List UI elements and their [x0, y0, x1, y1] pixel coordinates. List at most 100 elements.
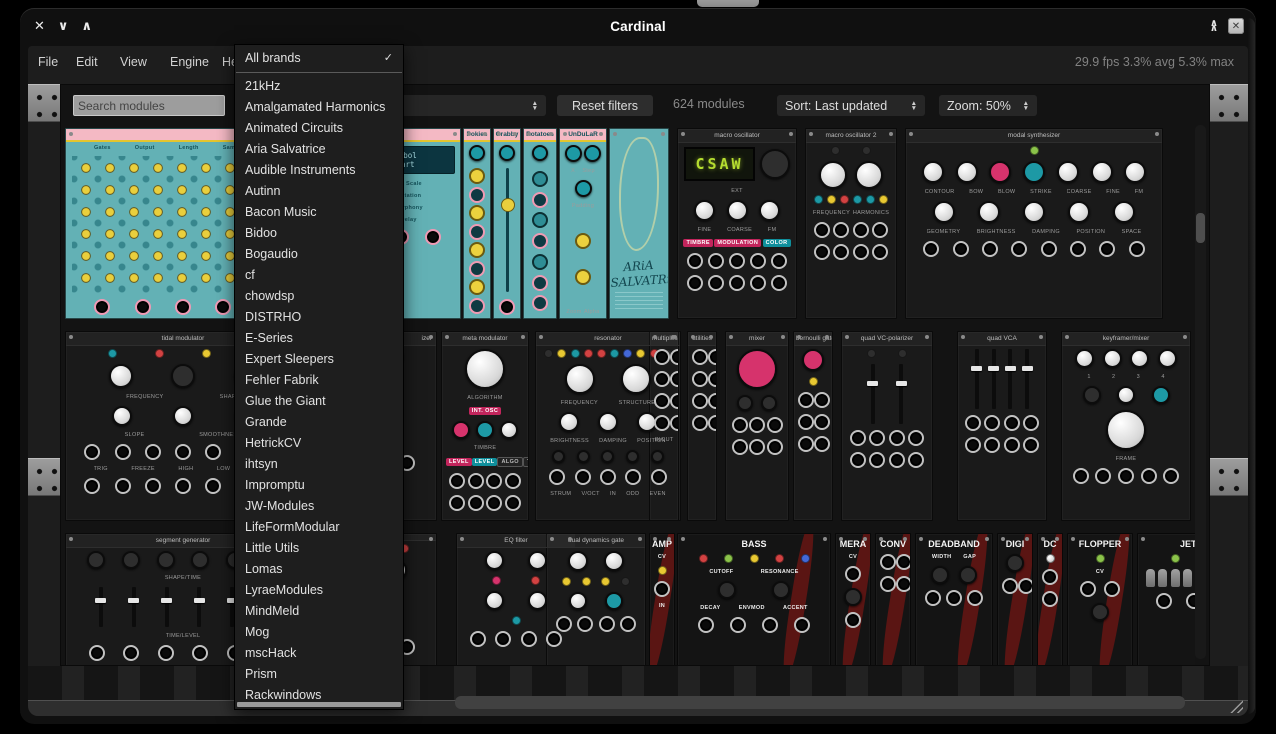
- panel-artwork: [619, 137, 659, 251]
- module-preview[interactable]: BASSCUTOFFRESONANCEDECAYENVMODACCENT: [677, 533, 831, 665]
- vertical-scrollbar-handle[interactable]: [1196, 213, 1205, 243]
- menu-scrollbar-handle[interactable]: [237, 702, 401, 707]
- brand-menu-item[interactable]: Prism: [235, 664, 403, 685]
- module-preview[interactable]: keyframer/mixer1234FRAME: [1061, 331, 1191, 521]
- module-preview[interactable]: DEADBANDWIDTHGAP: [915, 533, 993, 665]
- jack-port: [1002, 578, 1018, 594]
- brand-menu-item[interactable]: Audible Instruments: [235, 160, 403, 181]
- brand-menu-item[interactable]: Little Utils: [235, 538, 403, 559]
- slider: [992, 349, 996, 409]
- led-dot: [827, 195, 836, 204]
- jack-port: [908, 452, 924, 468]
- jack-port: [965, 415, 981, 431]
- module-preview[interactable]: DC: [1037, 533, 1063, 665]
- brand-menu-item[interactable]: ihtsyn: [235, 454, 403, 475]
- module-title: FLOPPER: [1068, 534, 1132, 551]
- module-title: AMP: [650, 534, 674, 551]
- module-preview[interactable]: Pokies: [463, 128, 491, 319]
- knob: [759, 200, 780, 221]
- horizontal-scrollbar-handle[interactable]: [455, 696, 1185, 709]
- module-preview[interactable]: MERACV: [835, 533, 871, 665]
- module-preview[interactable]: Rotatoes: [523, 128, 557, 319]
- brand-menu-item[interactable]: JW-Modules: [235, 496, 403, 517]
- brand-menu-item[interactable]: Glue the Giant: [235, 391, 403, 412]
- brand-menu-item[interactable]: Mog: [235, 622, 403, 643]
- module-preview[interactable]: macro oscillatorCSAWEXTFINECOARSEFMTIMBR…: [677, 128, 797, 319]
- knob: [694, 200, 715, 221]
- brand-menu-item[interactable]: LifeFormModular: [235, 517, 403, 538]
- knob: [1023, 201, 1045, 223]
- module-preview[interactable]: meta modulatorALGORITHMINT. OSCTIMBRELEV…: [441, 331, 529, 521]
- vertical-scrollbar[interactable]: [1195, 125, 1206, 659]
- menu-engine[interactable]: Engine: [170, 51, 209, 73]
- knob: [604, 551, 624, 571]
- module-preview[interactable]: CONV: [875, 533, 911, 665]
- panel-badge: MODULATION: [714, 239, 761, 247]
- jack-port: [549, 469, 565, 485]
- menu-edit[interactable]: Edit: [76, 51, 98, 73]
- menu-file[interactable]: File: [38, 51, 58, 73]
- brand-menu-item[interactable]: Bidoo: [235, 223, 403, 244]
- brand-menu-item[interactable]: Expert Sleepers: [235, 349, 403, 370]
- module-preview[interactable]: quad VC-polarizer: [841, 331, 933, 521]
- brand-menu-item[interactable]: Grande: [235, 412, 403, 433]
- brand-menu-item[interactable]: Lomas: [235, 559, 403, 580]
- module-preview[interactable]: quad VCA: [957, 331, 1047, 521]
- brand-menu-item[interactable]: 21kHz: [235, 76, 403, 97]
- brand-menu-item[interactable]: Amalgamated Harmonics: [235, 97, 403, 118]
- check-icon: ✓: [384, 48, 393, 69]
- menu-view[interactable]: View: [120, 51, 147, 73]
- cable-art: [1095, 533, 1133, 665]
- brand-menu-item[interactable]: cf: [235, 265, 403, 286]
- module-preview[interactable]: bernoulli gate: [793, 331, 833, 521]
- module-preview[interactable]: UnDuLaRXStepPaddingZoomAlpha: [559, 128, 607, 319]
- brand-menu-item[interactable]: Aria Salvatrice: [235, 139, 403, 160]
- app-badge-icon[interactable]: ✕: [1228, 18, 1244, 34]
- brand-menu-item[interactable]: Autinn: [235, 181, 403, 202]
- jack-port: [205, 478, 221, 494]
- knob: [737, 395, 753, 411]
- panel-dot: [532, 275, 548, 291]
- rack-rail: [1210, 458, 1248, 496]
- module-preview[interactable]: Grabby: [493, 128, 521, 319]
- module-preview[interactable]: FLOPPERCV: [1067, 533, 1133, 665]
- slider: [871, 364, 875, 424]
- brand-menu-item[interactable]: MindMeld: [235, 601, 403, 622]
- brand-menu-item[interactable]: chowdsp: [235, 286, 403, 307]
- module-preview[interactable]: AMPCVIN: [649, 533, 675, 665]
- jack-port: [115, 444, 131, 460]
- brand-menu-item[interactable]: mscHack: [235, 643, 403, 664]
- cable-art: [779, 533, 818, 665]
- module-title: DIGI: [998, 534, 1032, 551]
- module-preview[interactable]: macro oscillator 2FREQUENCYHARMONICS: [805, 128, 897, 319]
- panel-badge: LEVEL: [446, 458, 472, 466]
- brand-menu-item[interactable]: E-Series: [235, 328, 403, 349]
- cable-art: [999, 533, 1033, 665]
- brand-menu-item[interactable]: DISTRHO: [235, 307, 403, 328]
- brand-menu-item[interactable]: Animated Circuits: [235, 118, 403, 139]
- jack-port: [750, 275, 766, 291]
- brand-menu-item-selected[interactable]: All brands ✓: [235, 48, 403, 69]
- module-preview[interactable]: DIGI: [997, 533, 1033, 665]
- knob: [559, 412, 579, 432]
- module-preview[interactable]: utilities: [687, 331, 717, 521]
- brand-menu-item[interactable]: Bogaudio: [235, 244, 403, 265]
- brand-menu-item[interactable]: Impromptu: [235, 475, 403, 496]
- jack-port: [982, 241, 998, 257]
- module-preview[interactable]: modal synthesizerCONTOURBOWBLOWSTRIKECOA…: [905, 128, 1163, 319]
- brand-menu-item[interactable]: HetrickCV: [235, 433, 403, 454]
- knob: [922, 161, 944, 183]
- jack-port: [880, 554, 896, 570]
- module-preview[interactable]: JETTE: [1137, 533, 1195, 665]
- jack-port: [1156, 593, 1172, 609]
- brand-menu-item[interactable]: Fehler Fabrik: [235, 370, 403, 391]
- panel-dot: [469, 298, 485, 314]
- jack-port: [1163, 468, 1179, 484]
- module-preview[interactable]: ARiASALVATRiCE: [609, 128, 669, 319]
- collapse-icon[interactable]: ∧ ∧: [1210, 21, 1218, 31]
- brand-menu-item[interactable]: Bacon Music: [235, 202, 403, 223]
- brand-menu-item[interactable]: LyraeModules: [235, 580, 403, 601]
- jack-port: [692, 371, 708, 387]
- panel-badge: TIMBRE: [683, 239, 712, 247]
- module-preview[interactable]: mixer: [725, 331, 789, 521]
